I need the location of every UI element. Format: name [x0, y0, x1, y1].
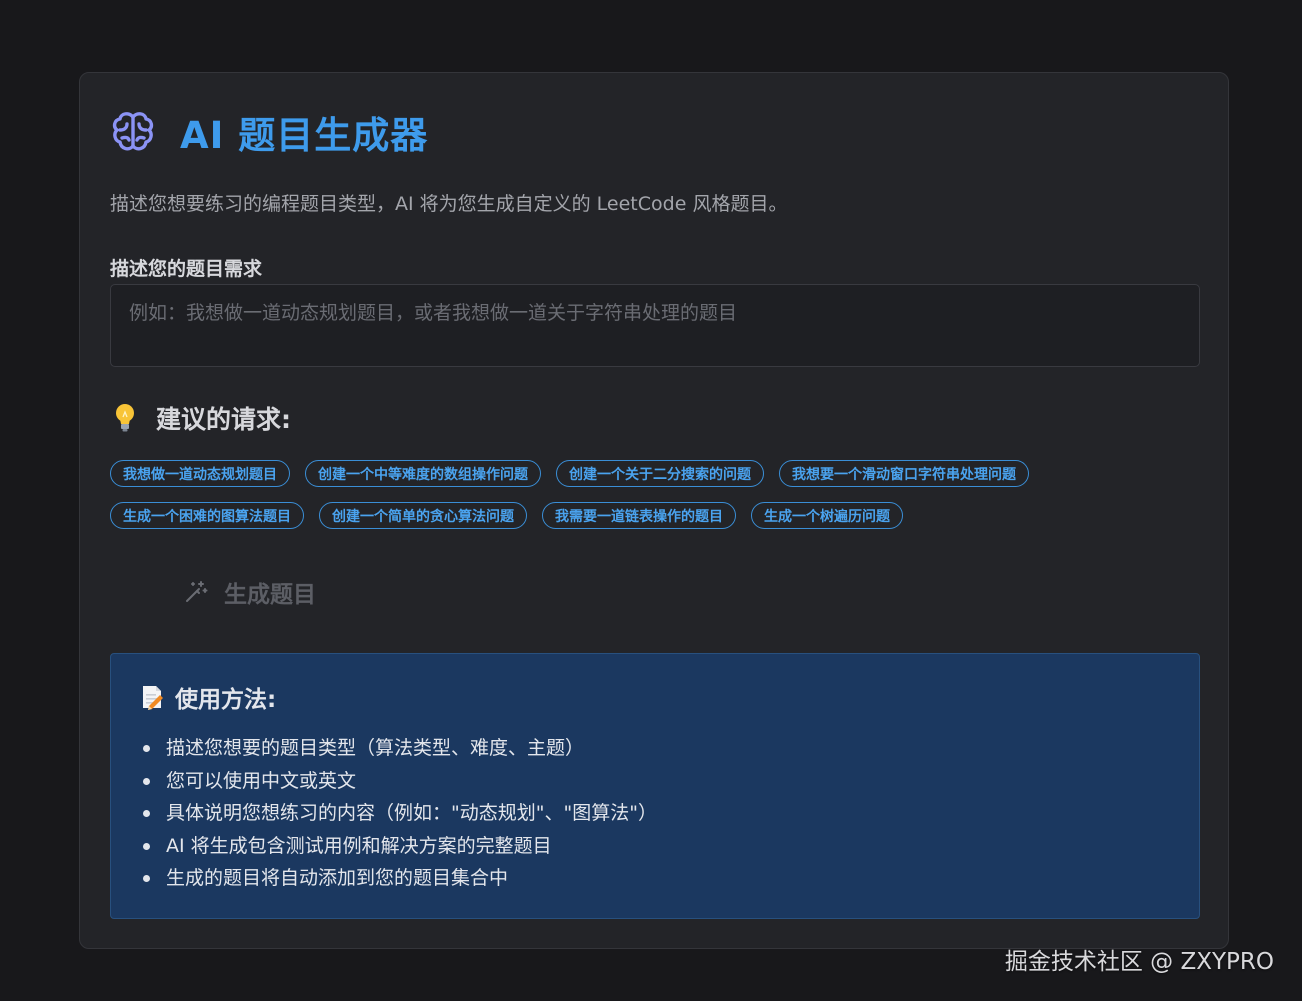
suggestions-title: 建议的请求: [156, 405, 291, 434]
list-item: 生成的题目将自动添加到您的题目集合中 [141, 862, 657, 895]
suggestion-chip[interactable]: 创建一个中等难度的数组操作问题 [305, 460, 541, 487]
chip-row: 我想做一道动态规划题目 创建一个中等难度的数组操作问题 创建一个关于二分搜索的问… [110, 460, 1200, 487]
generate-button-label: 生成题目 [224, 582, 316, 608]
suggestion-chips: 我想做一道动态规划题目 创建一个中等难度的数组操作问题 创建一个关于二分搜索的问… [110, 460, 1200, 544]
usage-list: 描述您想要的题目类型（算法类型、难度、主题） 您可以使用中文或英文 具体说明您想… [141, 732, 657, 895]
generator-card: AI 题目生成器 描述您想要练习的编程题目类型，AI 将为您生成自定义的 Lee… [79, 72, 1229, 949]
generate-button[interactable]: 生成题目 [184, 571, 316, 613]
list-item: AI 将生成包含测试用例和解决方案的完整题目 [141, 830, 657, 863]
list-item: 具体说明您想练习的内容（例如："动态规划"、"图算法"） [141, 797, 657, 830]
suggestion-chip[interactable]: 创建一个关于二分搜索的问题 [556, 460, 764, 487]
suggestion-chip[interactable]: 我想做一道动态规划题目 [110, 460, 290, 487]
watermark: 掘金技术社区 @ ZXYPRO [1004, 949, 1274, 975]
suggestion-chip[interactable]: 创建一个简单的贪心算法问题 [319, 502, 527, 529]
brain-icon [110, 109, 156, 155]
usage-panel: 使用方法: 描述您想要的题目类型（算法类型、难度、主题） 您可以使用中文或英文 … [110, 653, 1200, 919]
list-item: 描述您想要的题目类型（算法类型、难度、主题） [141, 732, 657, 765]
magic-wand-icon [184, 580, 208, 604]
suggestions-header: 建议的请求: [114, 398, 291, 438]
lightbulb-icon [114, 403, 136, 433]
page-description: 描述您想要练习的编程题目类型，AI 将为您生成自定义的 LeetCode 风格题… [110, 193, 788, 215]
header: AI 题目生成器 [110, 105, 428, 159]
usage-title: 使用方法: [175, 687, 277, 713]
suggestion-chip[interactable]: 生成一个困难的图算法题目 [110, 502, 304, 529]
memo-icon [141, 684, 163, 710]
list-item: 您可以使用中文或英文 [141, 765, 657, 798]
suggestion-chip[interactable]: 生成一个树遍历问题 [751, 502, 903, 529]
chip-row: 生成一个困难的图算法题目 创建一个简单的贪心算法问题 我需要一道链表操作的题目 … [110, 502, 1200, 529]
request-label: 描述您的题目需求 [110, 258, 263, 280]
page-title: AI 题目生成器 [180, 114, 429, 157]
usage-header: 使用方法: [141, 680, 276, 714]
suggestion-chip[interactable]: 我想要一个滑动窗口字符串处理问题 [779, 460, 1029, 487]
request-input[interactable] [110, 284, 1200, 367]
suggestion-chip[interactable]: 我需要一道链表操作的题目 [542, 502, 736, 529]
